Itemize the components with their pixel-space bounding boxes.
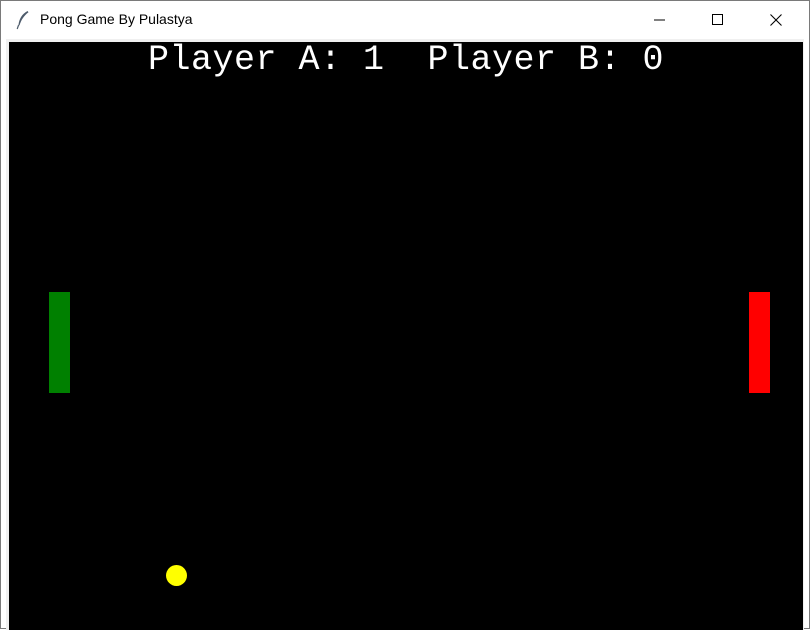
close-icon: [770, 14, 782, 26]
window-title: Pong Game By Pulastya: [40, 11, 193, 27]
paddle-player-a: [49, 292, 70, 393]
close-button[interactable]: [747, 1, 805, 39]
game-canvas[interactable]: Player A: 1 Player B: 0: [9, 42, 803, 630]
minimize-icon: [654, 19, 665, 21]
ball: [166, 565, 187, 586]
paddle-player-b: [749, 292, 770, 393]
scoreboard: Player A: 1 Player B: 0: [147, 42, 665, 80]
maximize-icon: [712, 14, 723, 25]
feather-icon: [15, 10, 31, 30]
minimize-button[interactable]: [631, 1, 689, 39]
maximize-button[interactable]: [689, 1, 747, 39]
game-window: Pong Game By Pulastya Player A: 1 Player…: [0, 0, 810, 630]
title-bar[interactable]: Pong Game By Pulastya: [1, 1, 809, 39]
